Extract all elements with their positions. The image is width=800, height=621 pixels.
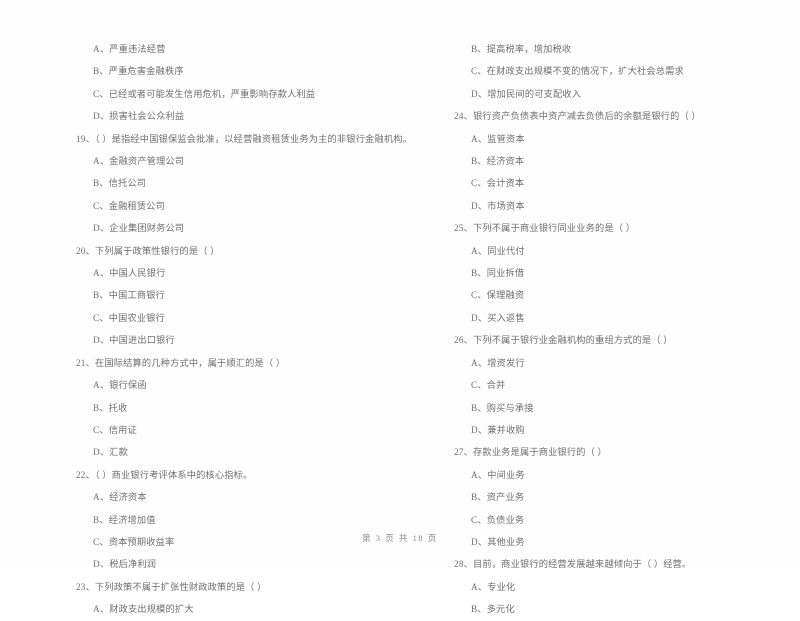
answer-option: D、损害社会公众利益: [93, 111, 185, 122]
footer-page-label: 第 3 页 共 18 页: [362, 534, 438, 543]
answer-option: C、中国农业银行: [93, 312, 166, 323]
document-page: A、严重违法经营 B、严重危害金融秩序 C、已经或者可能发生信用危机，严重影响存款人…: [0, 0, 800, 614]
answer-option: A、财政支出规模的扩大: [93, 604, 194, 615]
answer-option: B、提高税率，增加税收: [471, 44, 572, 54]
answer-option: C、已经或者可能发生信用危机，严重影响存款人利益: [93, 88, 316, 99]
answer-option: A、增资发行: [471, 357, 525, 368]
answer-option: D、汇款: [93, 447, 128, 458]
answer-option: A、经济资本: [93, 492, 147, 503]
answer-option: C、信用证: [93, 424, 137, 435]
answer-option: B、多元化: [471, 604, 515, 615]
answer-option: C、合并: [471, 380, 506, 391]
answer-option: B、经济资本: [471, 156, 525, 167]
answer-option: B、经济增加值: [93, 514, 156, 525]
answer-option: A、专业化: [471, 581, 516, 592]
answer-option: B、托收: [93, 402, 128, 413]
answer-option: B、严重危害金融秩序: [93, 66, 184, 77]
answer-option: C、保理融资: [471, 290, 525, 301]
answer-option: A、同业代付: [471, 245, 525, 256]
answer-option: D、买入返售: [471, 312, 525, 323]
answer-option: B、资产业务: [471, 492, 525, 503]
answer-option: D、市场资本: [471, 200, 525, 211]
answer-option: A、中国人民银行: [93, 268, 166, 279]
question-text: 27、存款业务是属于商业银行的（ ）: [454, 447, 607, 458]
question-text: 19、（ ）是指经中国银保监会批准，以经营融资租赁业务为主的非银行金融机构。: [76, 133, 413, 144]
answer-option: B、同业拆借: [471, 268, 525, 279]
answer-option: A、金融资产管理公司: [93, 156, 185, 167]
answer-option: A、中间业务: [471, 469, 525, 480]
answer-option: D、中国进出口银行: [93, 335, 175, 346]
question-text: 26、下列不属于银行业金融机构的重组方式的是（ ）: [454, 335, 673, 346]
question-text: 24、银行资产负债表中资产减去负债后的余额是银行的（ ）: [454, 111, 701, 122]
page-footer: 第 3 页 共 18 页: [0, 532, 800, 544]
answer-option: B、信托公司: [93, 178, 147, 189]
question-text: 23、下列政策不属于扩张性财政政策的是（ ）: [76, 581, 267, 592]
answer-option: B、中国工商银行: [93, 290, 166, 301]
answer-option: C、会计资本: [471, 178, 525, 189]
answer-option: D、企业集团财务公司: [93, 223, 185, 234]
answer-option: C、金融租赁公司: [93, 200, 166, 211]
answer-option: C、在财政支出规模不变的情况下，扩大社会总需求: [471, 66, 684, 77]
question-text: 25、下列不属于商业银行同业业务的是（ ）: [454, 223, 636, 234]
answer-option: B、购买与承接: [471, 402, 534, 413]
answer-option: C、负债业务: [471, 514, 525, 525]
answer-option: D、兼并收购: [471, 424, 525, 435]
answer-option: D、增加民间的可支配收入: [471, 88, 582, 99]
question-text: 22、（ ）商业银行考评体系中的核心指标。: [76, 469, 253, 480]
question-text: 20、下列属于政策性银行的是（ ）: [76, 245, 220, 256]
answer-option: A、监管资本: [471, 133, 525, 144]
answer-option: A、严重违法经营: [93, 44, 166, 54]
answer-option: A、银行保函: [93, 380, 147, 391]
question-text: 21、在国际结算的几种方式中，属于顺汇的是（ ）: [76, 357, 286, 368]
